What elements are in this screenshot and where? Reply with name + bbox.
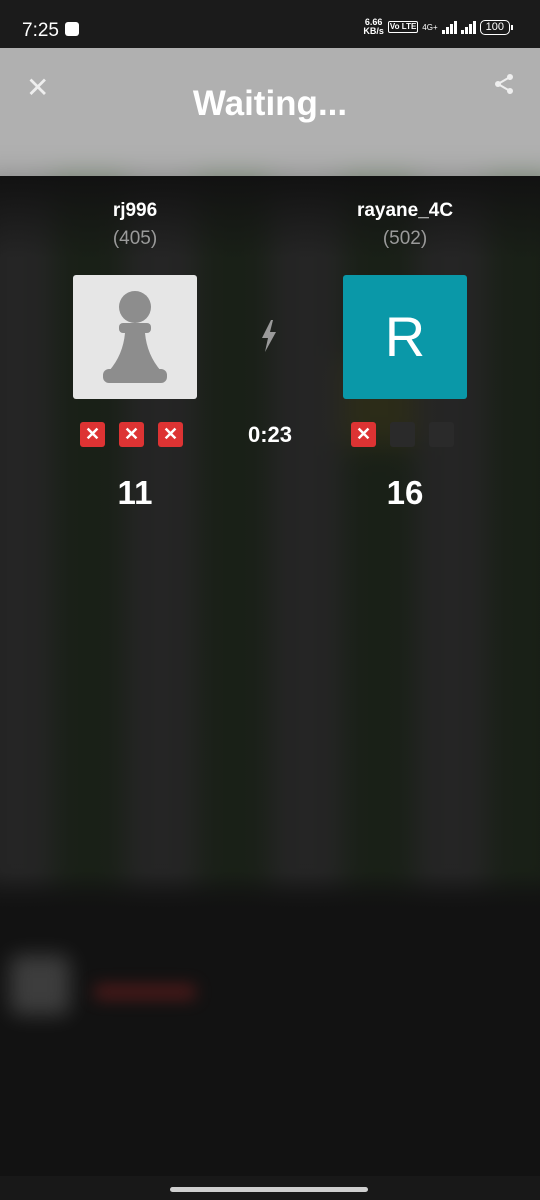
notification-icon [65, 22, 79, 36]
player-avatar [73, 275, 197, 399]
signal-icon [441, 20, 457, 34]
pawn-icon [103, 291, 167, 383]
header: ✕ Waiting... [0, 48, 540, 176]
player-left: rj996 (405) [50, 200, 220, 250]
opponent-avatar: R [343, 275, 467, 399]
player-right: rayane_4C (502) [320, 200, 490, 250]
speed-unit: KB/s [363, 26, 384, 36]
opponent-rating: (502) [382, 228, 428, 249]
opponent-results: ✕ [351, 422, 454, 447]
player-rating: (405) [112, 228, 158, 249]
match-timer: 0:23 [247, 422, 293, 447]
status-time: 7:25 [22, 20, 59, 41]
opponent-score: 16 [386, 474, 424, 511]
loss-mark: ✕ [351, 422, 376, 447]
network-speed: 6.66 KB/s [363, 18, 384, 36]
blurred-label [95, 985, 195, 999]
page-title: Waiting... [192, 84, 348, 123]
opponent-name: rayane_4C [356, 200, 454, 221]
navigation-bar [0, 1176, 540, 1200]
network-type: 4G+ [422, 22, 438, 32]
empty-mark [390, 422, 415, 447]
share-icon[interactable] [492, 72, 516, 101]
player-score: 11 [117, 474, 153, 511]
signal-icon-2 [460, 20, 476, 34]
status-icons: 6.66 KB/s Vo LTE 4G+ 100 [363, 18, 514, 36]
battery-icon: 100 [479, 19, 514, 35]
empty-mark [429, 422, 454, 447]
player-name: rj996 [112, 200, 158, 221]
volte-icon: Vo LTE [387, 21, 419, 33]
lightning-bolt-icon [260, 320, 278, 357]
blurred-avatar [10, 955, 70, 1015]
home-gesture-handle[interactable] [170, 1187, 368, 1192]
status-bar: 7:25 6.66 KB/s Vo LTE 4G+ 100 [0, 0, 540, 48]
